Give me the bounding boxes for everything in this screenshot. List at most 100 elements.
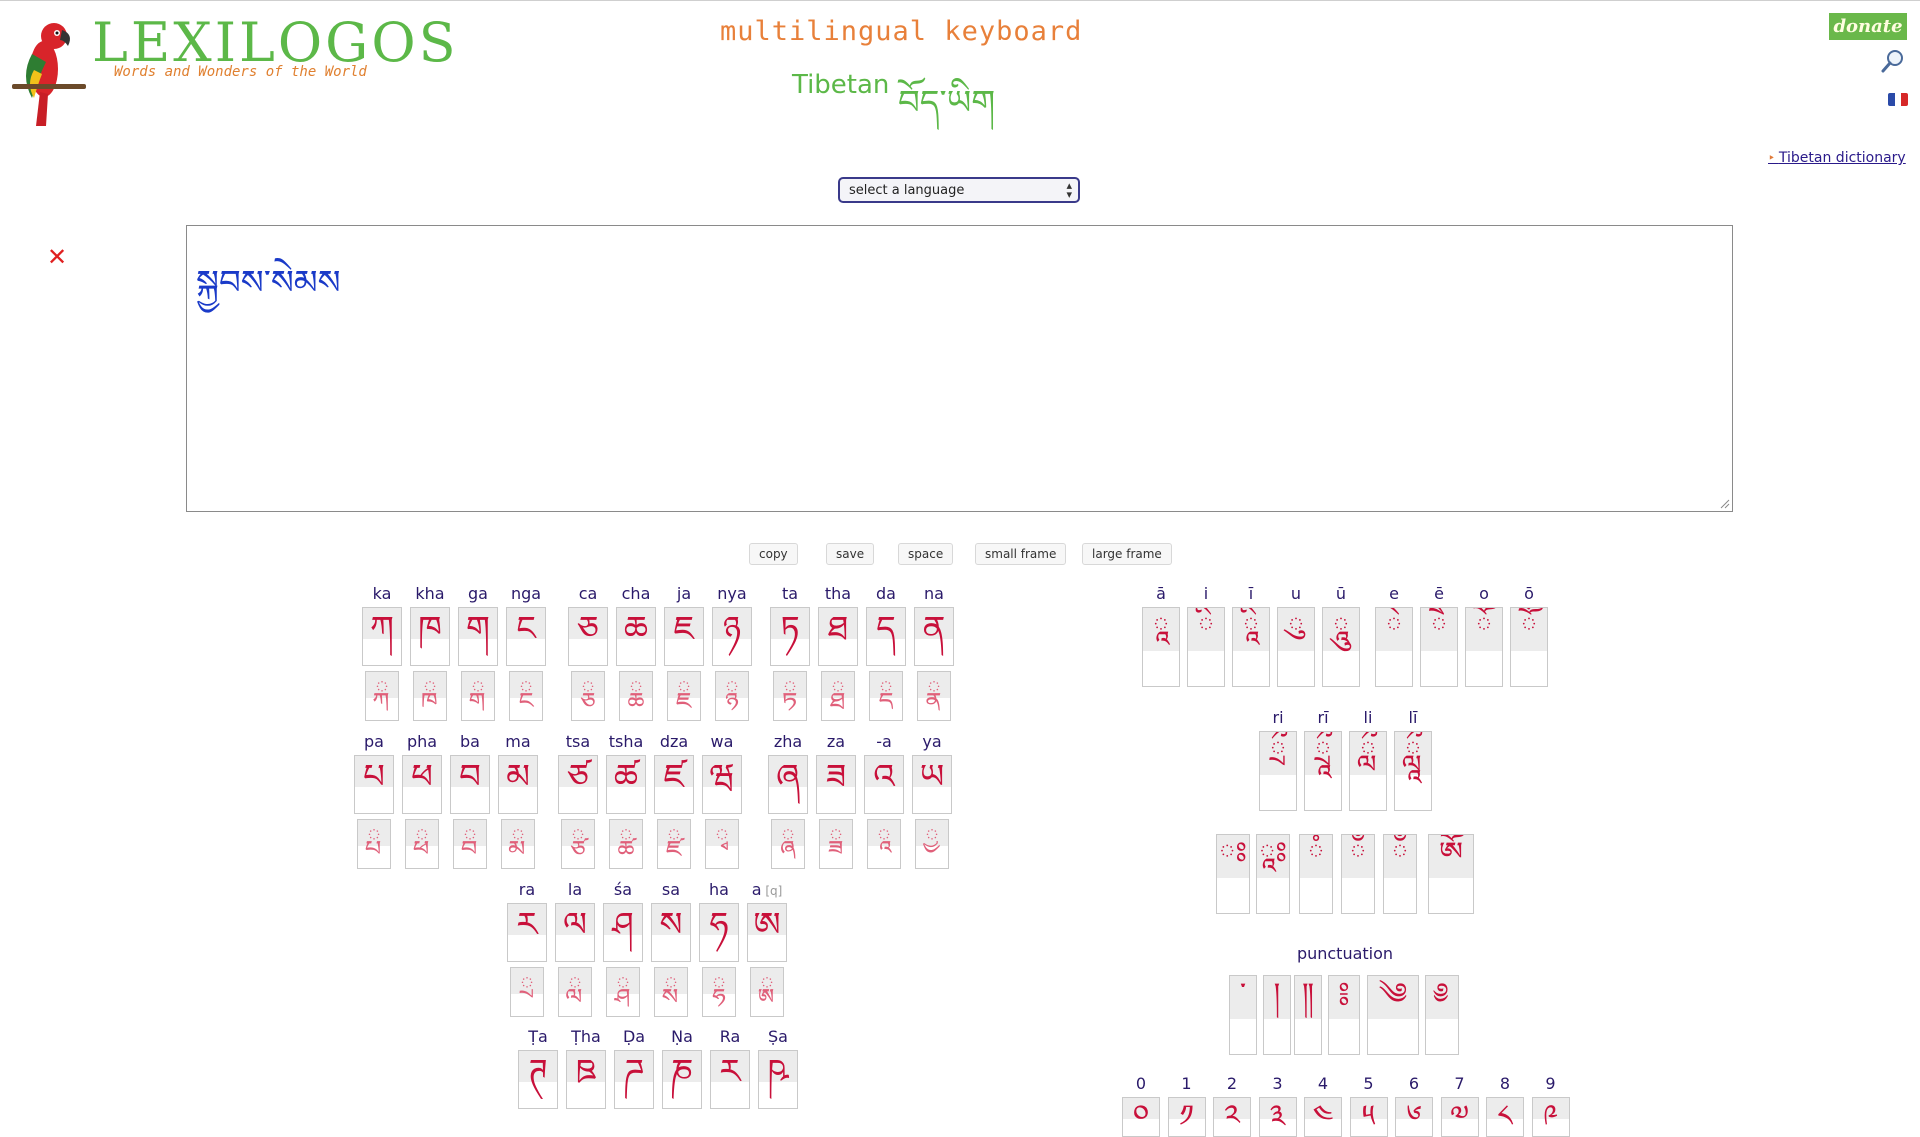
key-sub-zha[interactable]: ◌ྮ (771, 819, 805, 869)
key-sub-nya[interactable]: ◌ྙ (715, 671, 749, 721)
vowel-key-2[interactable]: ◌ི (1187, 607, 1225, 687)
key-sub-dza[interactable]: ◌ྫ (657, 819, 691, 869)
key-sub-ba[interactable]: ◌ྦ (453, 819, 487, 869)
key-sub-kha[interactable]: ◌ྑ (413, 671, 447, 721)
key-ka[interactable]: ཀ (362, 607, 402, 666)
key-a[interactable]: ཊ (518, 1050, 558, 1109)
key-sub-a[interactable]: ◌ྴ (606, 967, 640, 1017)
key-cha[interactable]: ཆ (616, 607, 656, 666)
vowel-key-3[interactable]: ◌ཱི (1232, 607, 1270, 687)
lexilogos-logo[interactable]: LEXILOGOS Words and Wonders of the World (10, 14, 456, 129)
small-frame-button[interactable]: small frame (975, 543, 1067, 565)
key-za[interactable]: ཟ (816, 755, 856, 814)
punctuation-key-1[interactable]: ་ (1229, 975, 1257, 1055)
digit-key-2[interactable]: ༢ (1213, 1097, 1251, 1137)
digit-key-5[interactable]: ༥ (1349, 1097, 1388, 1137)
key-la[interactable]: ལ (555, 903, 595, 962)
key-wa[interactable]: ཝ (702, 755, 742, 814)
punctuation-key-6[interactable]: ༅ (1425, 975, 1459, 1055)
key-dza[interactable]: ཛ (654, 755, 694, 814)
vocalic-key-1[interactable]: ◌ྲྀ (1259, 731, 1297, 811)
key-sub-tha[interactable]: ◌ྠ (821, 671, 855, 721)
digit-key-0[interactable]: ༠ (1122, 1097, 1160, 1137)
key-sub-ha[interactable]: ◌ྷ (702, 967, 736, 1017)
key-sub-ma[interactable]: ◌ྨ (501, 819, 535, 869)
key-nga[interactable]: ང (506, 607, 546, 666)
key-kha[interactable]: ཁ (410, 607, 450, 666)
vowel-key-1[interactable]: ◌ཱ (1142, 607, 1180, 687)
donate-button[interactable]: donate (1829, 13, 1907, 40)
key-ta[interactable]: ཏ (770, 607, 810, 666)
key-sub-nga[interactable]: ◌ྔ (509, 671, 543, 721)
mark-key-2[interactable]: ཱཿ (1256, 834, 1290, 914)
digit-key-4[interactable]: ༤ (1304, 1097, 1342, 1137)
vocalic-key-2[interactable]: ◌ཷ (1304, 731, 1342, 811)
key-tsa[interactable]: ཙ (558, 755, 598, 814)
key-sub-a[interactable]: ◌ཱ (867, 819, 901, 869)
save-button[interactable]: save (826, 543, 875, 565)
mark-key-5[interactable]: ◌ྂ (1383, 834, 1417, 914)
key-sub-tsha[interactable]: ◌ྪ (609, 819, 643, 869)
key-a[interactable]: ཨ (747, 903, 787, 962)
key-sub-tsa[interactable]: ◌ྩ (561, 819, 595, 869)
digit-key-9[interactable]: ༩ (1531, 1097, 1570, 1137)
key-sub-sa[interactable]: ◌ྶ (654, 967, 688, 1017)
key-ga[interactable]: ག (458, 607, 498, 666)
key-tha[interactable]: ཐ (818, 607, 858, 666)
resize-handle-icon[interactable] (1720, 499, 1730, 509)
tibetan-dictionary-link[interactable]: Tibetan dictionary (1768, 150, 1906, 166)
key-sub-ga[interactable]: ◌ྒ (461, 671, 495, 721)
digit-key-3[interactable]: ༣ (1258, 1097, 1297, 1137)
vocalic-key-4[interactable]: ◌ཹ (1394, 731, 1432, 811)
key-a[interactable]: ཤ (603, 903, 643, 962)
vowel-key-6[interactable]: ◌ེ (1375, 607, 1413, 687)
key-zha[interactable]: ཞ (768, 755, 808, 814)
key-sub-ra[interactable]: ◌ྲ (510, 967, 544, 1017)
key-sub-a[interactable]: ◌ྸ (750, 967, 784, 1017)
key-sub-ca[interactable]: ◌ྕ (571, 671, 605, 721)
key-a[interactable]: ཥ (758, 1050, 798, 1109)
digit-key-7[interactable]: ༧ (1440, 1097, 1479, 1137)
vowel-key-7[interactable]: ◌ཻ (1420, 607, 1458, 687)
key-sub-pha[interactable]: ◌ྥ (405, 819, 439, 869)
mark-key-6[interactable]: ༀ (1428, 834, 1474, 914)
space-button[interactable]: space (898, 543, 954, 565)
punctuation-key-5[interactable]: ༄ (1367, 975, 1419, 1055)
mark-key-3[interactable]: ◌ཾ (1299, 834, 1333, 914)
punctuation-key-2[interactable]: ། (1263, 975, 1291, 1055)
key-sub-na[interactable]: ◌ྣ (917, 671, 951, 721)
key-ra[interactable]: ཪ (710, 1050, 750, 1109)
vowel-key-8[interactable]: ◌ོ (1465, 607, 1503, 687)
vowel-key-9[interactable]: ◌ཽ (1510, 607, 1548, 687)
key-ra[interactable]: ར (507, 903, 547, 962)
key-sa[interactable]: ས (651, 903, 691, 962)
key-tsha[interactable]: ཚ (606, 755, 646, 814)
key-ma[interactable]: མ (498, 755, 538, 814)
text-editor[interactable]: སྐྱབས་སེམས (186, 225, 1733, 512)
digit-key-1[interactable]: ༡ (1167, 1097, 1206, 1137)
key-a[interactable]: ཌ (614, 1050, 654, 1109)
mark-key-1[interactable]: ◌ཿ (1216, 834, 1250, 914)
key-nya[interactable]: ཉ (712, 607, 752, 666)
mark-key-4[interactable]: ◌ྃ (1341, 834, 1375, 914)
copy-button[interactable]: copy (749, 543, 798, 565)
key-ca[interactable]: ཅ (568, 607, 608, 666)
key-ja[interactable]: ཇ (664, 607, 704, 666)
key-ya[interactable]: ཡ (912, 755, 952, 814)
key-sub-ya[interactable]: ◌ྱ (915, 819, 949, 869)
key-sub-ka[interactable]: ◌ྐ (365, 671, 399, 721)
key-da[interactable]: ད (866, 607, 906, 666)
key-pha[interactable]: ཕ (402, 755, 442, 814)
vowel-key-4[interactable]: ◌ུ (1277, 607, 1315, 687)
language-select[interactable]: select a language ▴ ▾ (838, 177, 1080, 203)
punctuation-key-4[interactable]: ༔ (1328, 975, 1360, 1055)
digit-key-8[interactable]: ༨ (1486, 1097, 1524, 1137)
key-sub-cha[interactable]: ◌ྖ (619, 671, 653, 721)
key-sub-wa[interactable]: ◌ྭ (705, 819, 739, 869)
key-pa[interactable]: པ (354, 755, 394, 814)
key-sub-da[interactable]: ◌ྡ (869, 671, 903, 721)
key-na[interactable]: ན (914, 607, 954, 666)
digit-key-6[interactable]: ༦ (1395, 1097, 1433, 1137)
punctuation-key-3[interactable]: ༎ (1294, 975, 1322, 1055)
close-icon[interactable]: ✕ (47, 245, 67, 269)
